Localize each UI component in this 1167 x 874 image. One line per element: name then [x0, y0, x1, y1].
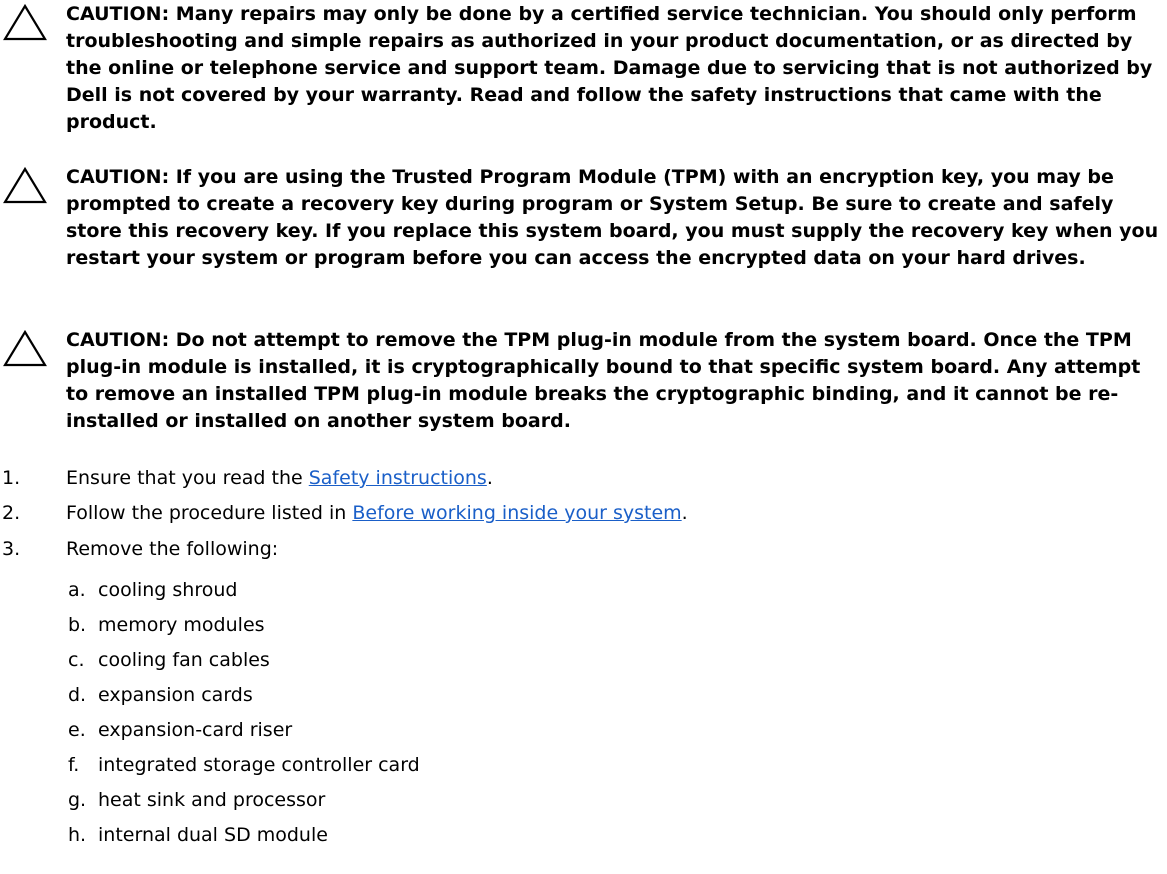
list-item-text: expansion-card riser	[98, 719, 293, 741]
step-text: Remove the following:	[66, 538, 279, 560]
list-item-letter: b.	[68, 614, 87, 636]
step-text: Follow the procedure listed in Before wo…	[66, 500, 688, 527]
list-item-text: memory modules	[98, 614, 265, 636]
step-2: 2. Follow the procedure listed in Before…	[0, 500, 1167, 527]
caution-text: CAUTION: If you are using the Trusted Pr…	[66, 166, 1159, 269]
document-page: CAUTION: Many repairs may only be done b…	[0, 0, 1167, 874]
list-item-letter: h.	[68, 824, 87, 846]
list-item: e. expansion-card riser	[0, 717, 1000, 744]
list-item: f. integrated storage controller card	[0, 752, 1000, 779]
list-item: d. expansion cards	[0, 682, 1000, 709]
list-item: b. memory modules	[0, 612, 1000, 639]
safety-instructions-link[interactable]: Safety instructions	[309, 467, 487, 489]
list-item-text: integrated storage controller card	[98, 754, 420, 776]
list-item: h. internal dual SD module	[0, 822, 1000, 849]
list-item-letter: a.	[68, 579, 86, 601]
caution-text: CAUTION: Many repairs may only be done b…	[66, 3, 1153, 133]
list-item-letter: c.	[68, 649, 85, 671]
list-item-text: heat sink and processor	[98, 789, 326, 811]
list-item: g. heat sink and processor	[0, 787, 1000, 814]
step-number: 3.	[2, 538, 21, 560]
caution-triangle-icon	[3, 329, 47, 367]
list-item-text: internal dual SD module	[98, 824, 328, 846]
list-item-text: cooling fan cables	[98, 649, 270, 671]
list-item-text: expansion cards	[98, 684, 253, 706]
step-number: 2.	[2, 502, 21, 524]
step-text-prefix: Ensure that you read the	[66, 467, 309, 489]
caution-text: CAUTION: Do not attempt to remove the TP…	[66, 329, 1141, 432]
caution-triangle-icon	[3, 166, 47, 204]
step-text-suffix: .	[486, 467, 493, 489]
list-item: c. cooling fan cables	[0, 647, 1000, 674]
list-item-letter: e.	[68, 719, 86, 741]
list-item-text: cooling shroud	[98, 579, 238, 601]
list-item-letter: d.	[68, 684, 87, 706]
step-1: 1. Ensure that you read the Safety instr…	[0, 465, 1167, 492]
list-item: a. cooling shroud	[0, 577, 1000, 604]
step-text-suffix: .	[681, 502, 688, 524]
step-3: 3. Remove the following:	[0, 536, 1167, 563]
step-text: Ensure that you read the Safety instruct…	[66, 465, 493, 492]
before-working-link[interactable]: Before working inside your system	[352, 502, 681, 524]
caution-triangle-icon	[3, 3, 47, 41]
step-text-prefix: Follow the procedure listed in	[66, 502, 353, 524]
list-item-letter: f.	[68, 754, 80, 776]
list-item-letter: g.	[68, 789, 87, 811]
step-number: 1.	[2, 467, 21, 489]
